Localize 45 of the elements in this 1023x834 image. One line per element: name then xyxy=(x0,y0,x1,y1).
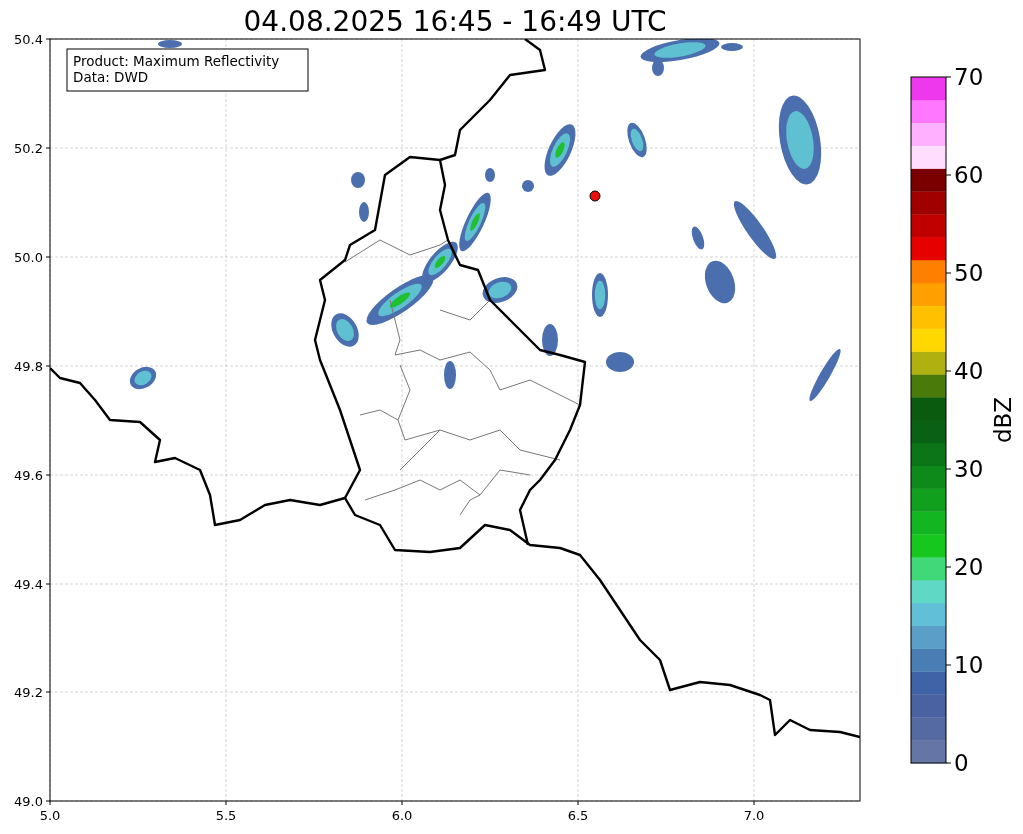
axis-tick-label: 49.4 xyxy=(14,577,43,592)
radar-echo xyxy=(444,361,456,389)
radar-echo xyxy=(158,40,182,48)
radar-echo xyxy=(359,202,369,222)
axis-tick-label: 5.5 xyxy=(215,808,237,823)
axis-tick-label: 6.0 xyxy=(391,808,413,823)
radar-echo xyxy=(485,168,495,182)
axis-tick-label: 50.4 xyxy=(14,32,43,47)
axis-tick-label: 6.5 xyxy=(567,808,589,823)
axis-tick-label: 49.2 xyxy=(14,685,43,700)
colorbar-tick-label: 50 xyxy=(954,260,984,286)
radar-echo xyxy=(542,324,558,356)
radar-echo xyxy=(606,352,634,372)
colorbar-tick-label: 10 xyxy=(954,652,984,678)
chart-title: 04.08.2025 16:45 - 16:49 UTC xyxy=(243,5,667,38)
radar-echo xyxy=(544,124,576,176)
axis-tick-label: 5.0 xyxy=(39,808,61,823)
location-marker xyxy=(589,190,601,202)
radar-echo xyxy=(592,273,608,317)
radar-echo xyxy=(351,172,365,188)
radar-echo xyxy=(482,277,518,303)
axis-tick-label: 49.8 xyxy=(14,359,43,374)
radar-echo xyxy=(691,226,705,250)
axis-tick-label: 7.0 xyxy=(743,808,765,823)
axis-tick-label: 50.2 xyxy=(14,141,43,156)
axis-tick-label: 49.0 xyxy=(14,794,43,809)
radar-echo xyxy=(627,122,647,158)
annotation-text: Product: Maximum Reflectivity xyxy=(73,53,280,69)
colorbar-label: dBZ xyxy=(990,396,1016,444)
radar-echo xyxy=(331,313,359,347)
colorbar-tick-label: 70 xyxy=(954,64,984,90)
axis-tick-label: 49.6 xyxy=(14,468,43,483)
colorbar-tick-label: 60 xyxy=(954,162,984,188)
radar-echo xyxy=(733,201,777,259)
colorbar-tick-label: 20 xyxy=(954,554,984,580)
radar-echo xyxy=(522,180,534,192)
axis-tick-label: 50.0 xyxy=(14,250,43,265)
radar-echo xyxy=(129,366,157,390)
colorbar-tick-label: 0 xyxy=(954,750,969,776)
colorbar-tick-label: 30 xyxy=(954,456,984,482)
radar-echo xyxy=(704,260,736,304)
annotation-text: Data: DWD xyxy=(73,69,149,85)
colorbar-tick-label: 40 xyxy=(954,358,984,384)
radar-echo xyxy=(809,348,841,402)
radar-echo xyxy=(459,192,491,252)
